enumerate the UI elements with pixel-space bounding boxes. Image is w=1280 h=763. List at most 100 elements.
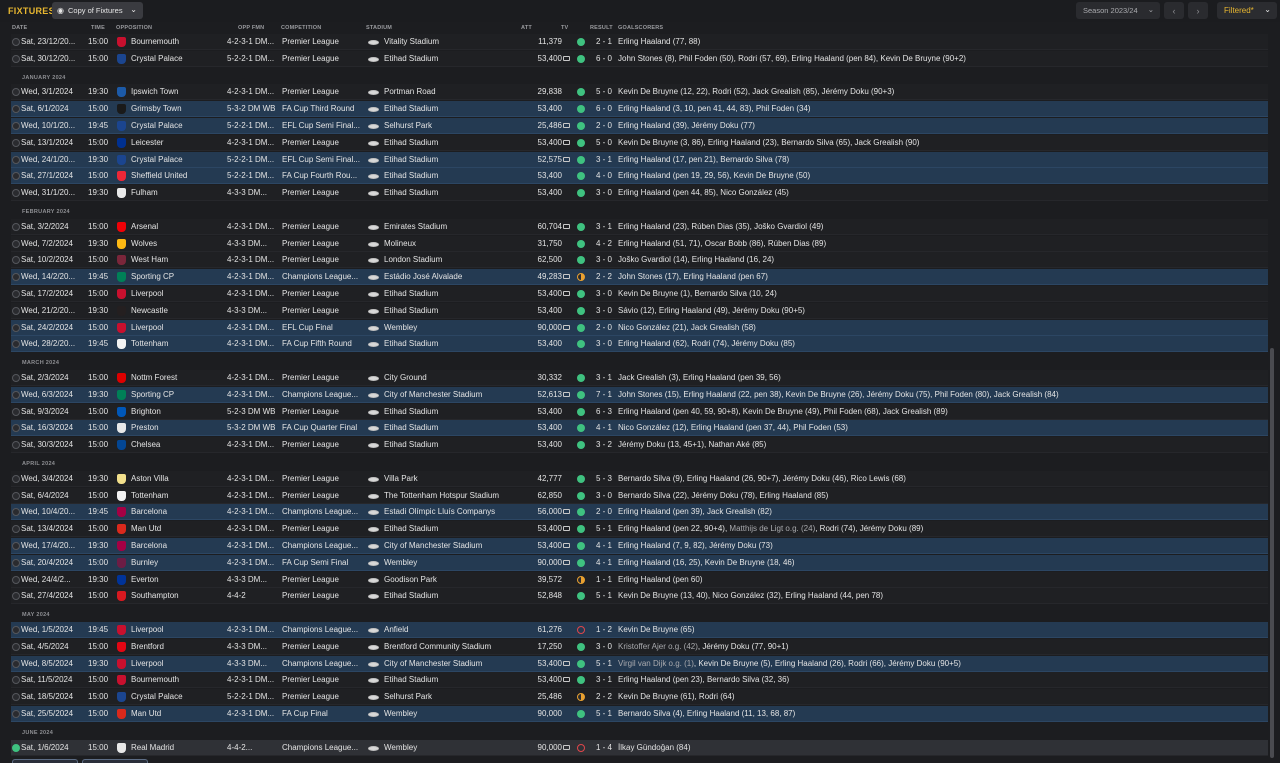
match-score[interactable]: 5 - 0 [589, 87, 619, 96]
opposition-link[interactable]: Burnley [131, 558, 229, 567]
match-score[interactable]: 6 - 0 [589, 54, 619, 63]
row-select-radio[interactable] [12, 642, 20, 651]
opposition-link[interactable]: Brighton [131, 407, 229, 416]
stadium-link[interactable]: Wembley [384, 709, 524, 718]
fixture-row[interactable]: Wed, 21/2/20... 19:30 Newcastle 4-3-3 DM...… [11, 302, 1268, 319]
match-score[interactable]: 2 - 2 [589, 272, 619, 281]
match-score[interactable]: 3 - 0 [589, 255, 619, 264]
match-score[interactable]: 3 - 0 [589, 306, 619, 315]
stadium-link[interactable]: City of Manchester Stadium [384, 541, 524, 550]
match-score[interactable]: 5 - 3 [589, 474, 619, 483]
competition-link[interactable]: Premier League [282, 87, 374, 96]
row-select-radio[interactable] [12, 38, 20, 46]
opposition-link[interactable]: Nottm Forest [131, 373, 229, 382]
stadium-link[interactable]: Wembley [384, 558, 524, 567]
match-score[interactable]: 6 - 0 [589, 104, 619, 113]
stadium-link[interactable]: Etihad Stadium [384, 339, 524, 348]
row-select-radio[interactable] [12, 306, 20, 315]
competition-link[interactable]: Premier League [282, 138, 374, 147]
fixture-row[interactable]: Wed, 28/2/20... 19:45 Tottenham 4-2-3-1 DM.… [11, 336, 1268, 353]
opposition-link[interactable]: Crystal Palace [131, 121, 229, 130]
fixture-row[interactable]: Sat, 10/2/2024 15:00 West Ham 4-2-3-1 DM...… [11, 252, 1268, 269]
row-select-radio[interactable] [12, 710, 20, 718]
match-score[interactable]: 3 - 1 [589, 675, 619, 684]
match-score[interactable]: 3 - 0 [589, 642, 619, 651]
opposition-link[interactable]: Aston Villa [131, 474, 229, 483]
stadium-link[interactable]: Brentford Community Stadium [384, 642, 524, 651]
match-score[interactable]: 7 - 1 [589, 390, 619, 399]
competition-link[interactable]: Premier League [282, 407, 374, 416]
stadium-link[interactable]: Etihad Stadium [384, 407, 524, 416]
match-score[interactable]: 4 - 2 [589, 239, 619, 248]
column-header-opp-fmn[interactable]: OPP FMN [238, 25, 264, 31]
row-select-radio[interactable] [12, 676, 20, 685]
row-select-radio[interactable] [12, 491, 20, 500]
fixture-row[interactable]: Sat, 11/5/2024 15:00 Bournemouth 4-2-3-1 DM… [11, 672, 1268, 689]
column-header-tv[interactable]: TV [561, 25, 568, 31]
match-score[interactable]: 3 - 0 [589, 491, 619, 500]
stadium-link[interactable]: Etihad Stadium [384, 423, 524, 432]
match-score[interactable]: 5 - 0 [589, 138, 619, 147]
opposition-link[interactable]: Chelsea [131, 440, 229, 449]
view-select[interactable]: ◉ Copy of Fixtures ⌄ [52, 2, 143, 19]
row-select-radio[interactable] [12, 474, 20, 483]
stadium-link[interactable]: Goodison Park [384, 575, 524, 584]
row-select-radio[interactable] [12, 290, 20, 298]
fixture-row[interactable]: Wed, 1/5/2024 19:45 Liverpool 4-2-3-1 DM...… [11, 622, 1268, 638]
opposition-link[interactable]: Liverpool [131, 323, 229, 332]
match-score[interactable]: 3 - 0 [589, 339, 619, 348]
fixture-row[interactable]: Wed, 31/1/20... 19:30 Fulham 4-3-3 DM... Pre… [11, 185, 1268, 202]
fixture-row[interactable]: Sat, 6/1/2024 15:00 Grimsby Town 5-3-2 DM W… [11, 101, 1268, 118]
row-select-radio[interactable] [12, 256, 20, 265]
column-header-result[interactable]: RESULT [590, 25, 613, 31]
fixture-row[interactable]: Wed, 7/2/2024 19:30 Wolves 4-3-3 DM... Premi… [11, 235, 1268, 252]
competition-link[interactable]: Champions League... [282, 743, 374, 752]
stadium-link[interactable]: Selhurst Park [384, 121, 524, 130]
fixture-row[interactable]: Sat, 17/2/2024 15:00 Liverpool 4-2-3-1 DM..… [11, 286, 1268, 302]
stadium-link[interactable]: Estádio José Alvalade [384, 272, 524, 281]
opposition-link[interactable]: Crystal Palace [131, 54, 229, 63]
opposition-link[interactable]: Crystal Palace [131, 155, 229, 164]
next-button[interactable]: › [1188, 2, 1208, 19]
row-select-radio[interactable] [12, 340, 20, 349]
fixture-row[interactable]: Wed, 17/4/20... 19:30 Barcelona 4-2-3-1 DM.… [11, 538, 1268, 554]
column-header-goalscorers[interactable]: GOALSCORERS [618, 25, 663, 31]
stadium-link[interactable]: Estadi Olímpic Lluís Companys [384, 507, 524, 516]
competition-link[interactable]: Premier League [282, 306, 374, 315]
competition-link[interactable]: Premier League [282, 491, 374, 500]
fixture-row[interactable]: Sat, 4/5/2024 15:00 Brentford 4-3-3 DM... Pr… [11, 638, 1268, 655]
fixture-row[interactable]: Sat, 30/12/20... 15:00 Crystal Palace 5-2-2… [11, 50, 1268, 67]
fixture-row[interactable]: Wed, 3/4/2024 19:30 Aston Villa 4-2-3-1 DM.… [11, 470, 1268, 487]
competition-link[interactable]: Champions League... [282, 272, 374, 281]
competition-link[interactable]: FA Cup Final [282, 709, 374, 718]
competition-link[interactable]: Premier League [282, 289, 374, 298]
match-score[interactable]: 4 - 0 [589, 171, 619, 180]
fixture-row[interactable]: Sat, 24/2/2024 15:00 Liverpool 4-2-3-1 DM..… [11, 319, 1268, 336]
stadium-link[interactable]: Etihad Stadium [384, 306, 524, 315]
fixture-row[interactable]: Sat, 20/4/2024 15:00 Burnley 4-2-3-1 DM... F… [11, 554, 1268, 571]
stadium-link[interactable]: Vitality Stadium [384, 37, 524, 46]
opposition-link[interactable]: Sporting CP [131, 272, 229, 281]
row-select-radio[interactable] [12, 239, 20, 248]
fixture-row[interactable]: Wed, 6/3/2024 19:30 Sporting CP 4-2-3-1 DM.… [11, 386, 1268, 403]
stadium-link[interactable]: Etihad Stadium [384, 591, 524, 600]
stadium-link[interactable]: Etihad Stadium [384, 54, 524, 63]
row-select-radio[interactable] [12, 54, 20, 63]
opposition-link[interactable]: Barcelona [131, 507, 229, 516]
opposition-link[interactable]: Fulham [131, 188, 229, 197]
match-score[interactable]: 4 - 1 [589, 558, 619, 567]
stadium-link[interactable]: The Tottenham Hotspur Stadium [384, 491, 524, 500]
opposition-link[interactable]: West Ham [131, 255, 229, 264]
fixture-row[interactable]: Sat, 25/5/2024 15:00 Man Utd 4-2-3-1 DM... F… [11, 706, 1268, 722]
opposition-link[interactable]: Ipswich Town [131, 87, 229, 96]
fixture-row[interactable]: Sat, 6/4/2024 15:00 Tottenham 4-2-3-1 DM...… [11, 487, 1268, 504]
season-select[interactable]: Season 2023/24 ⌄ [1076, 2, 1160, 19]
opposition-link[interactable]: Everton [131, 575, 229, 584]
opposition-link[interactable]: Newcastle [131, 306, 229, 315]
opposition-link[interactable]: Tottenham [131, 339, 229, 348]
opposition-link[interactable]: Grimsby Town [131, 104, 229, 113]
competition-link[interactable]: Premier League [282, 692, 374, 701]
stadium-link[interactable]: City of Manchester Stadium [384, 390, 524, 399]
competition-link[interactable]: EFL Cup Semi Final... [282, 121, 374, 130]
stadium-link[interactable]: Villa Park [384, 474, 524, 483]
